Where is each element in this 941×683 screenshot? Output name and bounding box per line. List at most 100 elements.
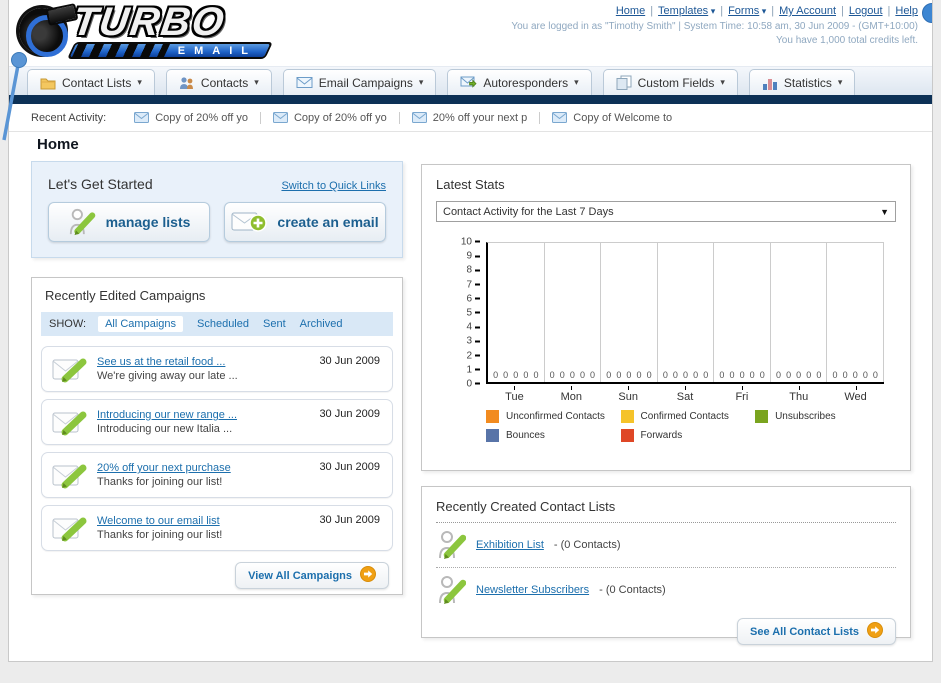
chart-group-thu: 00000 [771, 243, 828, 382]
custom-fields-icon [616, 75, 632, 90]
turbo-icon [19, 8, 68, 57]
contact-list-link[interactable]: Newsletter Subscribers [476, 584, 589, 596]
autoresponders-icon [460, 76, 477, 90]
recent-activity-item[interactable]: Copy of Welcome to [540, 112, 684, 124]
chart-legend: Unconfirmed Contacts Confirmed Contacts Un… [486, 410, 890, 448]
campaign-card[interactable]: Introducing our new range ... Introducing… [41, 399, 393, 445]
campaign-title-link[interactable]: 20% off your next purchase [97, 462, 231, 474]
contact-list-row[interactable]: Newsletter Subscribers - (0 Contacts) [436, 568, 896, 612]
legend-label: Unconfirmed Contacts [506, 411, 605, 422]
y-axis-tick-label: 6 [466, 293, 480, 304]
bar-value-label: 0 [786, 370, 792, 380]
bar-value-label: 0 [796, 370, 802, 380]
chevron-down-icon: ▾ [720, 77, 725, 87]
y-axis-tick-label: 4 [466, 322, 480, 333]
bar-value-label: 0 [775, 370, 781, 380]
header: TURBO EMAIL Home | Templates ▾ | Forms ▾ | My … [9, 0, 932, 66]
stats-period-select[interactable]: Contact Activity for the Last 7 Days ▼ [436, 201, 896, 222]
contact-lists-icon [40, 76, 56, 90]
tab-custom-fields[interactable]: Custom Fields ▾ [602, 69, 738, 95]
top-nav: Home | Templates ▾ | Forms ▾ | My Account | Logo… [511, 5, 918, 17]
campaign-title-link[interactable]: Introducing our new range ... [97, 409, 237, 421]
campaign-filter-sent[interactable]: Sent [263, 318, 286, 330]
create-an-email-button[interactable]: create an email [224, 202, 386, 242]
bar-value-label: 0 [503, 370, 509, 380]
chevron-down-icon: ▾ [837, 77, 843, 87]
chart-group-mon: 00000 [545, 243, 602, 382]
person-edit-icon [438, 530, 466, 560]
recently-created-contact-lists-panel: Recently Created Contact Lists Exhibitio… [421, 486, 911, 645]
contact-list-count: - (0 Contacts) [553, 539, 621, 551]
bar-value-label: 0 [579, 370, 585, 380]
chart-y-axis: 10 9 8 7 6 5 4 3 2 1 0 [438, 237, 484, 390]
campaign-title-link[interactable]: Welcome to our email list [97, 515, 220, 527]
nav-separator: | [771, 5, 775, 17]
contact-list-count: - (0 Contacts) [599, 584, 666, 596]
campaign-card[interactable]: 20% off your next purchase Thanks for joi… [41, 452, 393, 498]
chart-value-labels: 00000 [658, 370, 714, 380]
campaign-cards: See us at the retail food ... We're givin… [41, 346, 393, 551]
x-axis-tick-label: Tue [486, 386, 543, 406]
y-axis-tick-label: 7 [466, 279, 480, 290]
x-axis-tick-label: Mon [543, 386, 600, 406]
legend-swatch [620, 429, 634, 442]
logo-email-bar: EMAIL [67, 42, 273, 59]
bar-value-label: 0 [852, 370, 858, 380]
recent-activity-bar: Recent Activity: Copy of 20% off yo Copy … [9, 104, 932, 132]
legend-label: Confirmed Contacts [640, 411, 729, 422]
view-all-campaigns-button[interactable]: View All Campaigns [235, 562, 389, 589]
campaign-subtitle: We're giving away our late ... [97, 370, 238, 382]
campaign-filter-scheduled[interactable]: Scheduled [197, 318, 249, 330]
bar-value-label: 0 [816, 370, 822, 380]
legend-item-forwards: Forwards [620, 429, 756, 442]
nav-separator: | [720, 5, 724, 17]
app-window: TURBO EMAIL Home | Templates ▾ | Forms ▾ | My … [8, 0, 933, 662]
switch-to-quick-links-link[interactable]: Switch to Quick Links [281, 180, 386, 192]
recent-activity-item[interactable]: Copy of 20% off yo [122, 111, 261, 124]
bar-value-label: 0 [832, 370, 838, 380]
bar-value-label: 0 [513, 370, 519, 380]
contact-list-rows: Exhibition List - (0 Contacts) Newsletter… [436, 523, 896, 612]
tab-email-campaigns[interactable]: Email Campaigns ▾ [282, 69, 437, 95]
chevron-down-icon: ▾ [418, 77, 424, 87]
navy-divider-bar [9, 95, 932, 104]
nav-link-forms[interactable]: Forms [728, 5, 759, 17]
campaign-card[interactable]: See us at the retail food ... We're givin… [41, 346, 393, 392]
chevron-down-icon: ▾ [137, 77, 142, 87]
legend-item-unsubscribes: Unsubscribes [755, 410, 890, 423]
campaign-title-link[interactable]: See us at the retail food ... [97, 356, 225, 368]
activity-envelope-icon [411, 112, 427, 123]
logo-subtitle: EMAIL [177, 44, 257, 57]
campaign-card[interactable]: Welcome to our email list Thanks for join… [41, 505, 393, 551]
manage-lists-button[interactable]: manage lists [48, 202, 210, 242]
see-all-contact-lists-button[interactable]: See All Contact Lists [736, 618, 896, 645]
campaign-filter-all-campaigns[interactable]: All Campaigns [98, 316, 183, 332]
nav-link-my-account[interactable]: My Account [779, 5, 836, 17]
bar-value-label: 0 [559, 370, 565, 380]
main-nav-tabbar: Contact Lists ▾ Contacts ▾ Email Campaigns ▾ A… [9, 66, 932, 95]
tab-statistics[interactable]: Statistics ▾ [748, 69, 856, 95]
logo-title: TURBO [69, 0, 229, 44]
tab-contact-lists[interactable]: Contact Lists ▾ [27, 69, 155, 95]
recent-activity-item-label: 20% off your next p [432, 111, 528, 124]
bar-value-label: 0 [842, 370, 848, 380]
tab-contacts[interactable]: Contacts ▾ [165, 69, 272, 95]
contact-list-link[interactable]: Exhibition List [476, 539, 544, 551]
campaign-filter-archived[interactable]: Archived [300, 318, 343, 330]
tab-autoresponders[interactable]: Autoresponders ▾ [447, 69, 592, 95]
arrow-circle-icon [360, 566, 376, 585]
nav-link-templates[interactable]: Templates [658, 5, 708, 17]
nav-separator: | [650, 5, 654, 17]
campaign-card-text: Welcome to our email list Thanks for join… [97, 514, 222, 542]
campaign-card-text: 20% off your next purchase Thanks for joi… [97, 461, 231, 489]
nav-link-help[interactable]: Help [895, 5, 918, 17]
contact-list-row[interactable]: Exhibition List - (0 Contacts) [436, 523, 896, 568]
nav-link-logout[interactable]: Logout [849, 5, 883, 17]
nav-link-home[interactable]: Home [616, 5, 645, 17]
bar-value-label: 0 [636, 370, 642, 380]
recent-activity-item[interactable]: 20% off your next p [400, 111, 541, 124]
campaigns-title: Recently Edited Campaigns [45, 288, 206, 303]
recent-activity-item[interactable]: Copy of 20% off yo [261, 111, 400, 124]
campaign-date: 30 Jun 2009 [319, 514, 380, 526]
tab-label: Autoresponders [483, 75, 569, 90]
